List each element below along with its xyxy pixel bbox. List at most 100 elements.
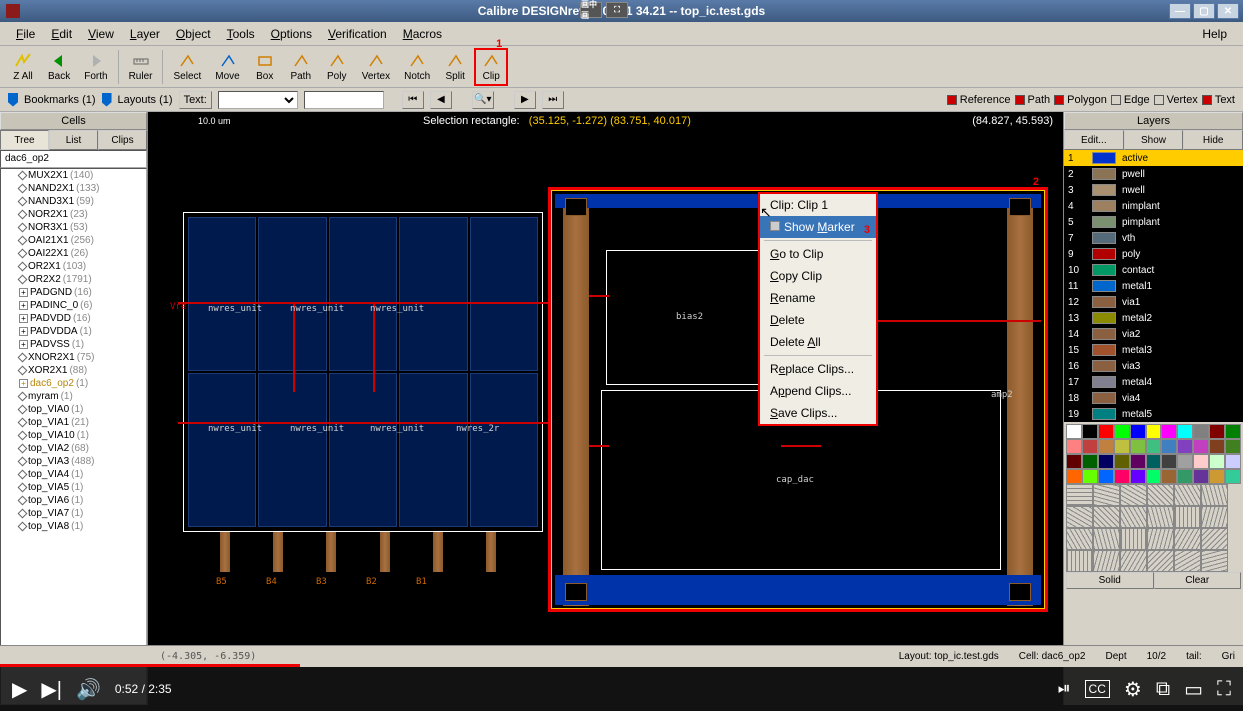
ctx-show-marker[interactable]: Show Marker — [760, 216, 876, 238]
zoom-dropdown[interactable]: 🔍▾ — [472, 91, 494, 109]
pattern-swatch[interactable] — [1120, 550, 1147, 572]
tree-expand-icon[interactable] — [18, 197, 28, 207]
pattern-swatch[interactable] — [1066, 550, 1093, 572]
tool-back[interactable]: Back — [42, 48, 76, 86]
ctx-rename[interactable]: Rename — [760, 287, 876, 309]
pattern-swatch[interactable] — [1174, 484, 1201, 506]
palette-color[interactable] — [1177, 454, 1193, 469]
tree-expand-icon[interactable] — [18, 262, 28, 272]
tree-expand-icon[interactable]: + — [19, 314, 28, 323]
maximize-button[interactable]: ▢ — [1193, 3, 1215, 19]
layer-pimplant[interactable]: 5pimplant — [1064, 214, 1243, 230]
cell-NOR3X1[interactable]: NOR3X1 (53) — [1, 221, 146, 234]
cell-XOR2X1[interactable]: XOR2X1 (88) — [1, 364, 146, 377]
cell-top_VIA0[interactable]: top_VIA0 (1) — [1, 403, 146, 416]
close-button[interactable]: ✕ — [1217, 3, 1239, 19]
cell-OAI21X1[interactable]: OAI21X1 (256) — [1, 234, 146, 247]
layer-metal1[interactable]: 11metal1 — [1064, 278, 1243, 294]
volume-button[interactable]: 🔊 — [76, 677, 101, 702]
palette-color[interactable] — [1082, 439, 1098, 454]
tree-expand-icon[interactable] — [18, 483, 28, 493]
palette-color[interactable] — [1193, 469, 1209, 484]
layer-metal5[interactable]: 19metal5 — [1064, 406, 1243, 422]
tool-move[interactable]: Move — [209, 48, 245, 86]
layer-btn-edit..[interactable]: Edit... — [1064, 130, 1124, 150]
palette-color[interactable] — [1225, 469, 1241, 484]
cell-top_VIA4[interactable]: top_VIA4 (1) — [1, 468, 146, 481]
cell-OR2X2[interactable]: OR2X2 (1791) — [1, 273, 146, 286]
palette-color[interactable] — [1130, 424, 1146, 439]
cell-top_VIA8[interactable]: top_VIA8 (1) — [1, 520, 146, 533]
palette-color[interactable] — [1082, 469, 1098, 484]
layer-pwell[interactable]: 2pwell — [1064, 166, 1243, 182]
layer-poly[interactable]: 9poly — [1064, 246, 1243, 262]
palette-color[interactable] — [1209, 454, 1225, 469]
ctx-delete[interactable]: Delete — [760, 309, 876, 331]
palette-color[interactable] — [1146, 469, 1162, 484]
palette-color[interactable] — [1114, 469, 1130, 484]
tool-poly[interactable]: Poly — [320, 48, 354, 86]
palette-color[interactable] — [1146, 424, 1162, 439]
cell-PADVDDA[interactable]: + PADVDDA (1) — [1, 325, 146, 338]
palette-color[interactable] — [1098, 454, 1114, 469]
tree-expand-icon[interactable] — [18, 392, 28, 402]
palette-color[interactable] — [1161, 424, 1177, 439]
palette-color[interactable] — [1193, 454, 1209, 469]
layer-metal4[interactable]: 17metal4 — [1064, 374, 1243, 390]
layer-active[interactable]: 1active — [1064, 150, 1243, 166]
pattern-swatch[interactable] — [1174, 528, 1201, 550]
tree-expand-icon[interactable] — [18, 184, 28, 194]
tab-list[interactable]: List — [49, 130, 98, 150]
tree-expand-icon[interactable] — [18, 444, 28, 454]
menu-layer[interactable]: Layer — [122, 25, 168, 43]
current-cell[interactable]: dac6_op2 — [0, 150, 147, 168]
tree-expand-icon[interactable] — [18, 522, 28, 532]
tree-expand-icon[interactable] — [18, 509, 28, 519]
tool-clip[interactable]: 1Clip — [474, 48, 508, 86]
pattern-swatch[interactable] — [1093, 484, 1120, 506]
minimize-button[interactable]: — — [1169, 3, 1191, 19]
palette-color[interactable] — [1161, 469, 1177, 484]
layer-via2[interactable]: 14via2 — [1064, 326, 1243, 342]
pattern-swatch[interactable] — [1147, 550, 1174, 572]
palette-color[interactable] — [1066, 439, 1082, 454]
legend-path[interactable]: Path — [1015, 94, 1051, 106]
text-dropdown[interactable] — [218, 91, 298, 109]
palette-color[interactable] — [1130, 469, 1146, 484]
palette-color[interactable] — [1209, 439, 1225, 454]
layer-vth[interactable]: 7vth — [1064, 230, 1243, 246]
palette-color[interactable] — [1146, 454, 1162, 469]
tool-notch[interactable]: Notch — [398, 48, 436, 86]
palette-color[interactable] — [1130, 439, 1146, 454]
palette-color[interactable] — [1161, 454, 1177, 469]
tab-tree[interactable]: Tree — [0, 130, 49, 150]
cell-MUX2X1[interactable]: MUX2X1 (140) — [1, 169, 146, 182]
legend-polygon[interactable]: Polygon — [1054, 94, 1107, 106]
layer-metal3[interactable]: 15metal3 — [1064, 342, 1243, 358]
palette-color[interactable] — [1066, 424, 1082, 439]
palette-color[interactable] — [1098, 439, 1114, 454]
palette-color[interactable] — [1225, 454, 1241, 469]
cell-PADGND[interactable]: + PADGND (16) — [1, 286, 146, 299]
overlay-btn-1[interactable]: 画中画 — [580, 2, 602, 18]
pattern-swatch[interactable] — [1147, 484, 1174, 506]
pattern-swatch[interactable] — [1201, 506, 1228, 528]
text-input[interactable] — [304, 91, 384, 109]
nav-prev[interactable]: ◀ — [430, 91, 452, 109]
palette-color[interactable] — [1209, 424, 1225, 439]
ctx-delete-all[interactable]: Delete All — [760, 331, 876, 353]
cell-PADVDD[interactable]: + PADVDD (16) — [1, 312, 146, 325]
palette-color[interactable] — [1225, 439, 1241, 454]
tree-expand-icon[interactable] — [18, 457, 28, 467]
layer-nimplant[interactable]: 4nimplant — [1064, 198, 1243, 214]
tree-expand-icon[interactable] — [18, 353, 28, 363]
legend-text[interactable]: Text — [1202, 94, 1235, 106]
cell-XNOR2X1[interactable]: XNOR2X1 (75) — [1, 351, 146, 364]
legend-vertex[interactable]: Vertex — [1154, 94, 1198, 106]
palette-color[interactable] — [1114, 424, 1130, 439]
layer-nwell[interactable]: 3nwell — [1064, 182, 1243, 198]
cell-dac6_op2[interactable]: + dac6_op2 (1) — [1, 377, 146, 390]
menu-edit[interactable]: Edit — [43, 25, 80, 43]
pattern-swatch[interactable] — [1093, 528, 1120, 550]
layout-canvas[interactable]: 10.0 um Selection rectangle: (35.125, -1… — [148, 112, 1063, 705]
